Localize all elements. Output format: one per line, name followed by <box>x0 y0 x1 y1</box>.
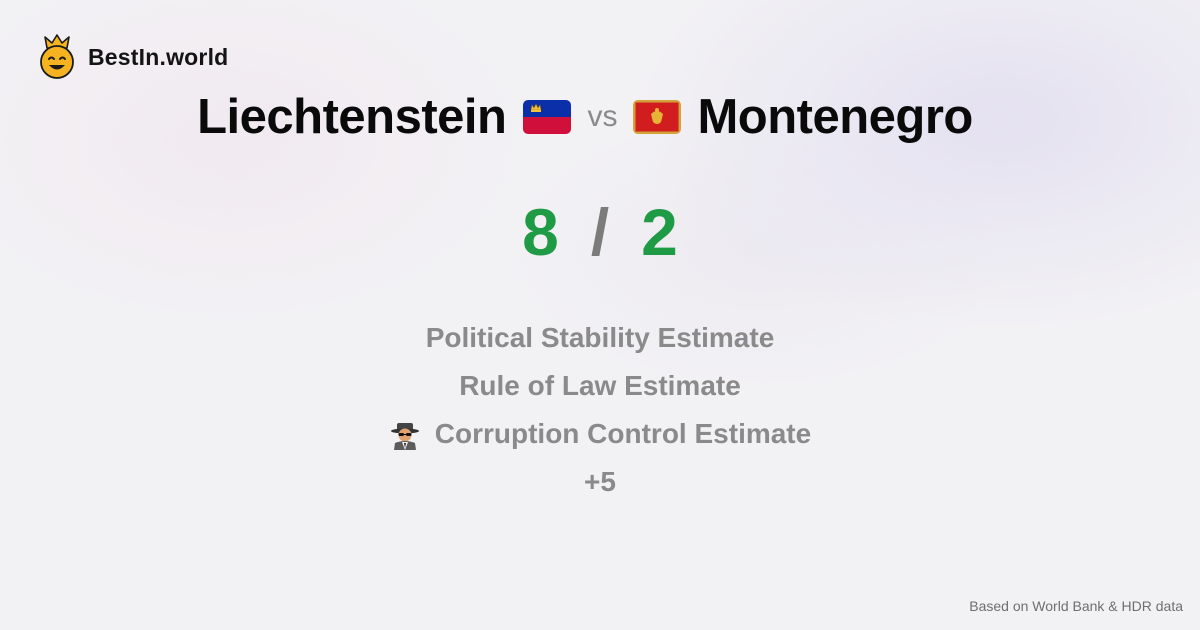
metric-label: Political Stability Estimate <box>425 322 775 353</box>
metric-item: Rule of Law Estimate <box>459 362 741 410</box>
metric-item: Political Stability Estimate <box>426 314 775 362</box>
left-score: 8 <box>522 195 559 269</box>
comparison-title: Liechtenstein vs Montenegro <box>0 88 1170 146</box>
montenegro-flag-icon <box>633 100 682 134</box>
metric-label: +5 <box>584 466 616 497</box>
metric-label: Corruption Control Estimate <box>434 418 812 449</box>
metric-item: Corruption Control Estimate <box>389 410 811 458</box>
brand-header[interactable]: BestIn.world <box>38 34 228 80</box>
score-separator: / <box>590 195 610 269</box>
vs-label: vs <box>587 100 618 133</box>
left-country-name: Liechtenstein <box>197 90 507 144</box>
right-score: 2 <box>641 195 678 269</box>
metrics-list: Political Stability Estimate Rule of Law… <box>0 314 1200 506</box>
brand-name[interactable]: BestIn.world <box>88 44 228 71</box>
metric-more: +5 <box>584 458 616 506</box>
metric-label: Rule of Law Estimate <box>459 370 741 401</box>
right-country-name: Montenegro <box>697 90 973 144</box>
liechtenstein-flag-icon <box>523 100 572 134</box>
crowned-smiley-icon <box>40 34 74 79</box>
source-note: Based on World Bank & HDR data <box>969 598 1183 614</box>
spy-icon <box>390 423 419 450</box>
score-display: 8 / 2 <box>0 194 1200 270</box>
